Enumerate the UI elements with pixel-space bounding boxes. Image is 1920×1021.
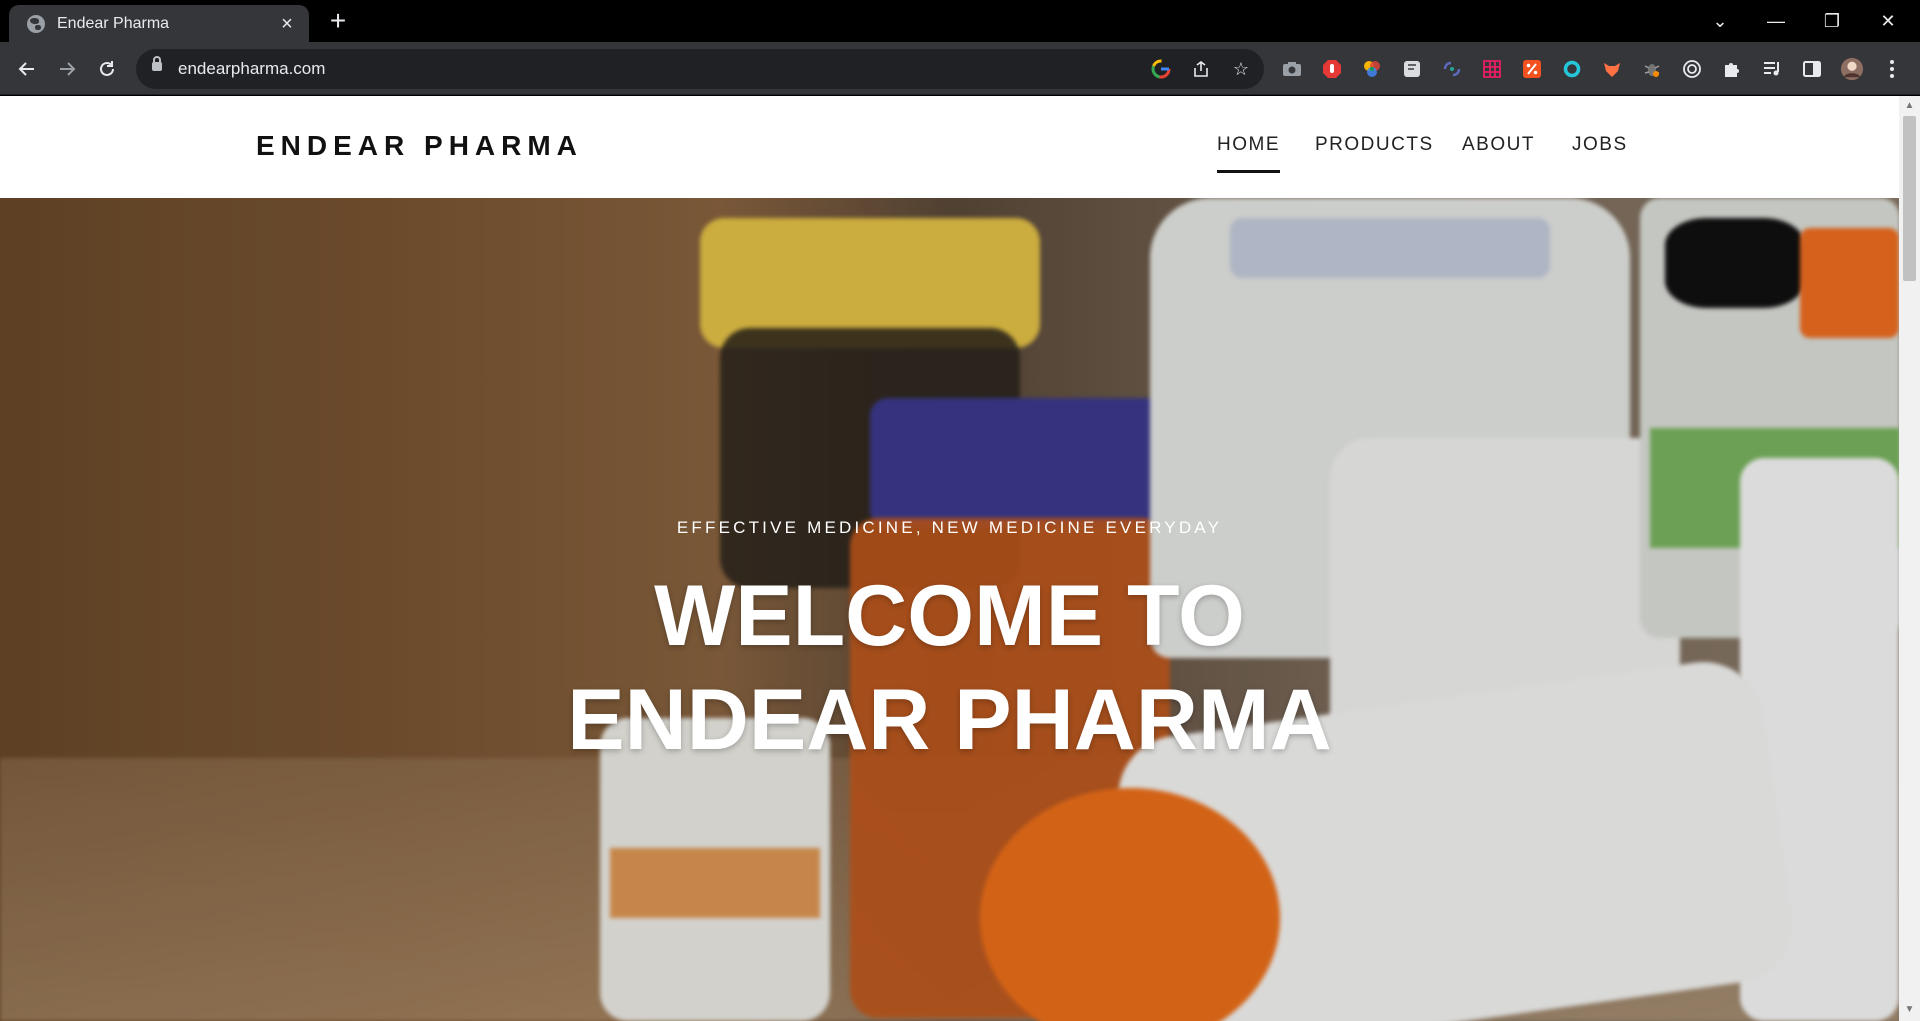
nav-home[interactable]: HOME [1217, 134, 1280, 173]
hero-heading-line2: ENDEAR PHARMA [567, 672, 1332, 768]
back-arrow-icon [18, 62, 34, 76]
scrollbar-thumb[interactable] [1903, 116, 1916, 281]
ring-extension-icon[interactable] [1560, 57, 1584, 81]
adblock-extension-icon[interactable] [1320, 57, 1344, 81]
color-picker-extension-icon[interactable] [1360, 57, 1384, 81]
site-logo[interactable]: ENDEAR PHARMA [256, 130, 583, 162]
percent-extension-icon[interactable] [1520, 57, 1544, 81]
notes-extension-icon[interactable] [1400, 57, 1424, 81]
google-icon[interactable] [1150, 58, 1172, 80]
profile-avatar[interactable] [1840, 57, 1864, 81]
extensions-puzzle-icon[interactable] [1720, 57, 1744, 81]
browser-toolbar: endearpharma.com ☆ [0, 42, 1920, 95]
share-icon[interactable] [1190, 58, 1212, 80]
bug-extension-icon[interactable] [1640, 57, 1664, 81]
media-control-icon[interactable] [1760, 57, 1784, 81]
tab-title: Endear Pharma [57, 14, 170, 32]
css-extension-icon[interactable] [1440, 57, 1464, 81]
restore-button[interactable]: ❐ [1804, 0, 1860, 42]
page-scrollbar[interactable]: ▲ ▼ [1899, 96, 1920, 1021]
scroll-down-arrow-icon[interactable]: ▼ [1899, 1002, 1920, 1018]
url-text[interactable]: endearpharma.com [178, 59, 325, 79]
new-tab-button[interactable]: + [322, 6, 354, 36]
side-panel-icon[interactable] [1800, 57, 1824, 81]
reload-button[interactable] [90, 52, 124, 86]
hero-kicker: EFFECTIVE MEDICINE, NEW MEDICINE EVERYDA… [676, 518, 1223, 537]
forward-button[interactable] [50, 52, 84, 86]
lock-icon[interactable] [152, 56, 162, 71]
scroll-up-arrow-icon[interactable]: ▲ [1899, 98, 1920, 114]
bookmark-star-icon[interactable]: ☆ [1230, 58, 1252, 80]
hero-banner: EFFECTIVE MEDICINE, NEW MEDICINE EVERYDA… [0, 198, 1899, 1021]
target-extension-icon[interactable] [1680, 57, 1704, 81]
reload-icon [100, 61, 114, 76]
close-window-button[interactable]: ✕ [1860, 0, 1916, 42]
back-button[interactable] [10, 52, 44, 86]
page-viewport: ENDEAR PHARMA HOME PRODUCTS ABOUT JOBS E… [0, 96, 1920, 1021]
tab-strip: Endear Pharma × + ⌄ — ❐ ✕ [0, 0, 1920, 42]
nav-about[interactable]: ABOUT [1462, 134, 1535, 156]
forward-arrow-icon [60, 62, 76, 76]
nav-jobs[interactable]: JOBS [1572, 134, 1628, 156]
camera-extension-icon[interactable] [1280, 57, 1304, 81]
browser-tab[interactable]: Endear Pharma × [9, 5, 309, 42]
close-tab-icon[interactable]: × [277, 14, 297, 34]
globe-icon [27, 14, 45, 33]
site-header: ENDEAR PHARMA HOME PRODUCTS ABOUT JOBS [0, 96, 1899, 198]
fox-extension-icon[interactable] [1600, 57, 1624, 81]
grid-extension-icon[interactable] [1480, 57, 1504, 81]
tab-search-icon[interactable]: ⌄ [1692, 0, 1748, 42]
address-bar[interactable]: endearpharma.com ☆ [136, 49, 1264, 89]
minimize-button[interactable]: — [1748, 0, 1804, 42]
hero-heading-line1: WELCOME TO [654, 568, 1245, 664]
hero-heading: WELCOME TO ENDEAR PHARMA [0, 564, 1899, 772]
chrome-menu-icon[interactable] [1880, 57, 1904, 81]
nav-products[interactable]: PRODUCTS [1315, 134, 1434, 156]
